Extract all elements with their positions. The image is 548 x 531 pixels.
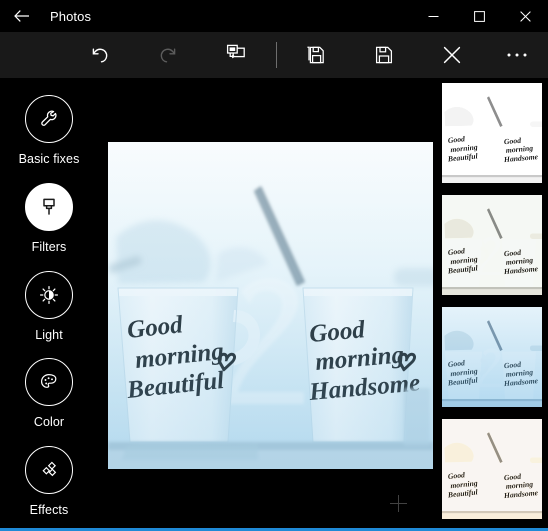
close-x-icon (441, 44, 463, 66)
sidebar-item-effects[interactable]: Effects (0, 443, 98, 531)
edited-photo[interactable]: Good morning Beautiful ♡ Good morning Ha… (108, 142, 433, 469)
sidebar-label-basic-fixes: Basic fixes (18, 152, 80, 166)
sidebar-item-basic-fixes[interactable]: Basic fixes (0, 92, 98, 180)
window-controls (410, 0, 548, 32)
undo-arrow-icon (89, 44, 111, 66)
save-a-copy-button[interactable] (283, 32, 351, 78)
crosshair-cursor-icon (390, 495, 407, 512)
sidebar-label-color: Color (33, 415, 65, 430)
save-button[interactable] (350, 32, 418, 78)
close-button[interactable] (502, 0, 548, 32)
editing-tools-sidebar: Basic fixes Filters Light Color Effects (0, 78, 98, 531)
wrench-icon (36, 106, 62, 132)
toolbar-divider (275, 42, 277, 68)
filter-thumbnail-1[interactable] (441, 83, 542, 183)
cancel-button[interactable] (418, 32, 486, 78)
app-title: Photos (50, 8, 92, 24)
maximize-button[interactable] (456, 0, 502, 32)
sidebar-item-color[interactable]: Color (0, 355, 98, 443)
compare-original-button[interactable] (202, 32, 270, 78)
palette-icon (36, 369, 62, 395)
sidebar-label-light: Light (35, 327, 63, 342)
sun-icon (36, 282, 62, 308)
undo-button[interactable] (66, 32, 134, 78)
sidebar-label-effects: Effects (29, 503, 69, 518)
diamonds-icon (36, 457, 62, 483)
photo-artwork: Good morning Beautiful ♡ Good morning Ha… (108, 142, 433, 469)
command-bar (0, 32, 548, 78)
minimize-icon (428, 11, 439, 22)
thumb-art-1 (442, 83, 542, 183)
sidebar-item-light[interactable]: Light (0, 268, 98, 356)
minimize-button[interactable] (410, 0, 456, 32)
save-floppy-icon (372, 43, 396, 67)
brush-icon (37, 195, 61, 219)
maximize-icon (473, 10, 485, 22)
sidebar-item-filters[interactable]: Filters (0, 180, 98, 268)
photo-canvas[interactable]: Good morning Beautiful ♡ Good morning Ha… (98, 78, 435, 531)
light-icon-circle (25, 270, 73, 319)
filter-thumbnail-2[interactable] (441, 195, 542, 295)
filter-thumbnail-3[interactable] (441, 307, 542, 407)
back-button[interactable] (0, 0, 44, 32)
more-options-button[interactable] (486, 32, 548, 78)
redo-button[interactable] (134, 32, 202, 78)
filters-icon-circle (25, 182, 73, 231)
redo-arrow-icon (157, 44, 179, 66)
color-icon-circle (25, 358, 73, 407)
effects-icon-circle (25, 446, 73, 495)
close-icon (519, 10, 531, 22)
basic-fixes-icon-circle (25, 95, 73, 143)
title-bar: Photos (0, 0, 548, 32)
back-arrow-icon (14, 9, 30, 23)
compare-windows-icon (224, 44, 248, 66)
sidebar-label-filters: Filters (31, 239, 67, 254)
filter-presets-panel[interactable] (435, 78, 548, 531)
filter-thumbnail-4[interactable] (441, 419, 542, 519)
save-copy-floppy-icon (304, 43, 328, 67)
ellipsis-icon (506, 51, 528, 59)
